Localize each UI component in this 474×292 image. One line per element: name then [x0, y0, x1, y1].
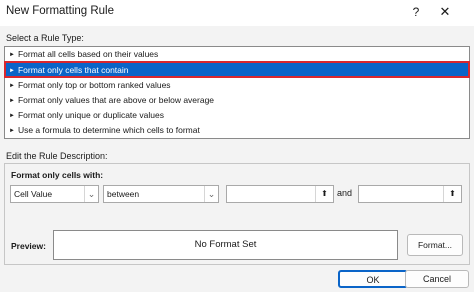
bullet-arrow-icon: ► [9, 98, 15, 104]
range-picker-icon[interactable]: ⬆ [443, 186, 461, 202]
rule-type-item[interactable]: ► Format all cells based on their values [5, 47, 469, 62]
operator-select[interactable]: between ⌄ [103, 185, 219, 203]
title-bar: New Formatting Rule ? ✕ [0, 0, 474, 26]
bullet-arrow-icon: ► [9, 83, 15, 89]
chevron-down-icon[interactable]: ⌄ [84, 186, 98, 202]
help-button[interactable]: ? [404, 2, 428, 22]
condition-select[interactable]: Cell Value ⌄ [10, 185, 99, 203]
rule-type-item-label: Format all cells based on their values [17, 49, 159, 59]
rule-type-list[interactable]: ► Format all cells based on their values … [4, 46, 470, 139]
rule-type-item-selected[interactable]: ► Format only cells that contain [5, 63, 469, 78]
condition-select-value: Cell Value [14, 189, 53, 199]
cancel-button[interactable]: Cancel [405, 270, 469, 288]
rule-type-item[interactable]: ► Use a formula to determine which cells … [5, 123, 469, 138]
bullet-arrow-icon: ► [9, 68, 15, 74]
description-heading: Format only cells with: [11, 170, 104, 180]
rule-type-item-label: Format only cells that contain [17, 65, 129, 75]
value2-input[interactable]: ⬆ [358, 185, 462, 203]
chevron-down-icon[interactable]: ⌄ [204, 186, 218, 202]
rule-description-label: Edit the Rule Description: [6, 151, 108, 161]
rule-description-panel: Format only cells with: Cell Value ⌄ bet… [4, 163, 470, 265]
rule-type-item[interactable]: ► Format only unique or duplicate values [5, 108, 469, 123]
bullet-arrow-icon: ► [9, 113, 15, 119]
and-label: and [337, 188, 353, 198]
ok-button[interactable]: OK [338, 270, 408, 288]
preview-box: No Format Set [53, 230, 398, 260]
rule-type-item-label: Format only values that are above or bel… [17, 95, 215, 105]
bullet-arrow-icon: ► [9, 128, 15, 134]
operator-select-value: between [107, 189, 140, 199]
rule-type-item-label: Use a formula to determine which cells t… [17, 125, 200, 135]
rule-type-item[interactable]: ► Format only values that are above or be… [5, 93, 469, 108]
range-picker-icon[interactable]: ⬆ [315, 186, 333, 202]
rule-type-label: Select a Rule Type: [6, 33, 84, 43]
rule-type-item-label: Format only unique or duplicate values [17, 110, 164, 120]
rule-type-item-label: Format only top or bottom ranked values [17, 80, 171, 90]
format-button[interactable]: Format... [407, 234, 463, 256]
close-button[interactable]: ✕ [430, 2, 460, 22]
rule-type-item[interactable]: ► Format only top or bottom ranked values [5, 78, 469, 93]
value1-input[interactable]: ⬆ [226, 185, 334, 203]
dialog-title: New Formatting Rule [6, 5, 115, 17]
bullet-arrow-icon: ► [9, 52, 15, 58]
preview-label: Preview: [11, 241, 46, 251]
